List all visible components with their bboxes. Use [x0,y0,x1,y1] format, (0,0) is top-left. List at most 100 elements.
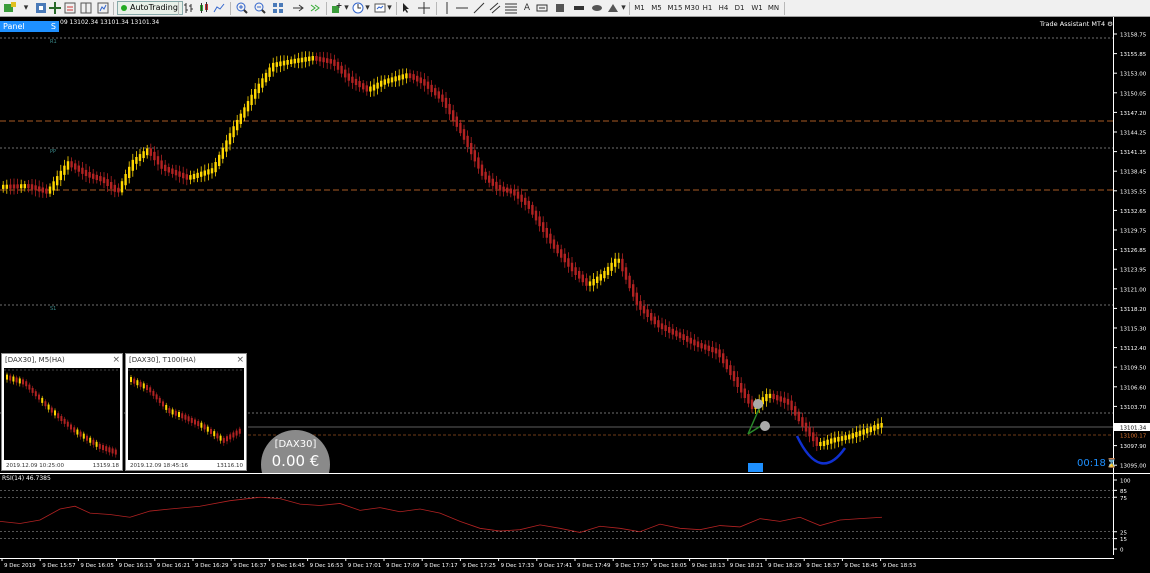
timeframe-button[interactable]: D1 [734,1,745,15]
price-tick-label: 13115.30 [1120,327,1147,333]
candle-body [376,82,379,89]
trendline-icon[interactable] [472,1,486,15]
timeframe-button[interactable]: H1 [702,1,713,15]
fibonacci-icon[interactable] [504,1,518,15]
candle-body [74,163,77,170]
rsi-level-label: 0 [1120,548,1124,554]
close-icon[interactable]: × [112,355,120,365]
settings-icon[interactable]: ⚙ [1107,20,1113,28]
timeframe-button[interactable]: M15 [667,1,683,15]
periods-icon[interactable] [351,1,365,15]
arrows-icon[interactable] [572,1,586,15]
mini-candle-body [155,394,158,400]
mini-candle-body [190,417,193,423]
candle-body [642,305,646,314]
terminal-icon[interactable] [63,1,77,15]
candle-body [138,154,142,161]
mini-candle-body [79,431,82,437]
candle-body [38,186,41,192]
timeframe-button[interactable]: M5 [650,1,663,15]
price-tick-label: 13126.85 [1120,248,1147,254]
mini-candle-body [73,427,76,433]
candle-body [23,184,26,189]
text-label-icon[interactable] [535,1,549,15]
candle-body [614,258,617,267]
text-tool-icon[interactable]: A [520,1,534,15]
candle-body [336,61,340,70]
mini-candle-body [31,387,34,393]
candle-body [574,267,577,275]
timeframe-button[interactable]: M1 [633,1,646,15]
crosshair-icon[interactable] [417,1,431,15]
mini-chart-window[interactable]: [DAX30], M5(HA) × 2019.12.09 10:25:00 13… [1,353,123,471]
indicators-icon[interactable] [330,1,344,15]
time-tick-label: 9 Dec 17:41 [539,563,573,569]
mini-chart-title: [DAX30], M5(HA) [5,356,65,364]
mini-chart-window[interactable]: [DAX30], T100(HA) × 2019.12.09 18:45:16 … [125,353,247,471]
auto-scroll-icon[interactable] [308,1,322,15]
candle-body [786,398,790,405]
cursor-icon[interactable] [399,1,413,15]
periods-dropdown-icon[interactable]: ▾ [364,1,371,15]
templates-dropdown-icon[interactable]: ▾ [386,1,393,15]
price-tick-label: 13135.55 [1120,189,1147,195]
candle-body [340,65,343,74]
ellipse-icon[interactable] [590,1,604,15]
signal-marker-icon[interactable] [753,399,763,409]
panel-suffix: S [50,22,56,31]
mini-candle-body [142,383,145,389]
horizontal-line-icon[interactable] [455,1,469,15]
timeframe-button[interactable]: H4 [718,1,729,15]
mini-candle-body [206,426,209,432]
strategy-tester-icon[interactable] [96,1,110,15]
templates-icon[interactable] [373,1,387,15]
time-tick-label: 9 Dec 15:57 [42,563,76,569]
mini-candle-body [197,421,200,427]
candle-body [822,440,826,447]
crosshair-move-icon[interactable] [34,1,48,15]
candle-body [102,177,106,184]
timeframe-button[interactable]: M30 [684,1,700,15]
tile-windows-icon[interactable] [271,1,285,15]
bar-chart-icon[interactable] [182,1,196,15]
data-window-icon[interactable] [79,1,93,15]
candle-body [192,173,196,180]
line-chart-icon[interactable] [212,1,226,15]
candle-body [30,184,34,190]
timeframe-button[interactable]: MN [767,1,780,15]
candle-body [405,73,408,79]
indicators-dropdown-icon[interactable]: ▾ [343,1,350,15]
profiles-icon[interactable]: ▾ [19,1,33,15]
zoom-in-icon[interactable] [235,1,249,15]
position-marker[interactable] [748,463,763,472]
candle-body [146,148,149,156]
candle-body [16,184,19,189]
signal-marker-icon[interactable] [760,421,770,431]
rsi-panel[interactable]: 100 8575 2515 0 [0,473,1150,558]
zoom-out-icon[interactable] [253,1,267,15]
new-chart-icon[interactable] [3,1,17,15]
navigator-icon[interactable] [48,1,62,15]
triangle-icon[interactable] [606,1,620,15]
candle-body [117,187,120,193]
close-icon[interactable]: × [236,355,244,365]
candle-body [750,399,754,410]
trade-assistant-label[interactable]: Trade Assistant MT4 ⚙ [1040,20,1113,28]
equidistant-channel-icon[interactable] [488,1,502,15]
panel-tag[interactable]: Panel S [0,21,59,32]
candlestick-icon[interactable] [197,1,211,15]
candle-body [776,395,779,401]
candle-body [491,178,494,186]
price-tick-label: 13141.35 [1120,150,1147,156]
candle-body [272,62,275,72]
drawing-tools-dropdown-icon[interactable]: ▾ [620,1,627,15]
candle-body [455,116,458,127]
equity-symbol: [DAX30] [274,439,317,450]
chart-shift-icon[interactable] [291,1,305,15]
autotrading-button[interactable]: AutoTrading [117,1,183,15]
vertical-line-icon[interactable] [440,1,454,15]
shapes-icon[interactable] [553,1,567,15]
mini-candle-body [54,410,56,416]
candle-body [34,185,37,191]
timeframe-button[interactable]: W1 [751,1,763,15]
